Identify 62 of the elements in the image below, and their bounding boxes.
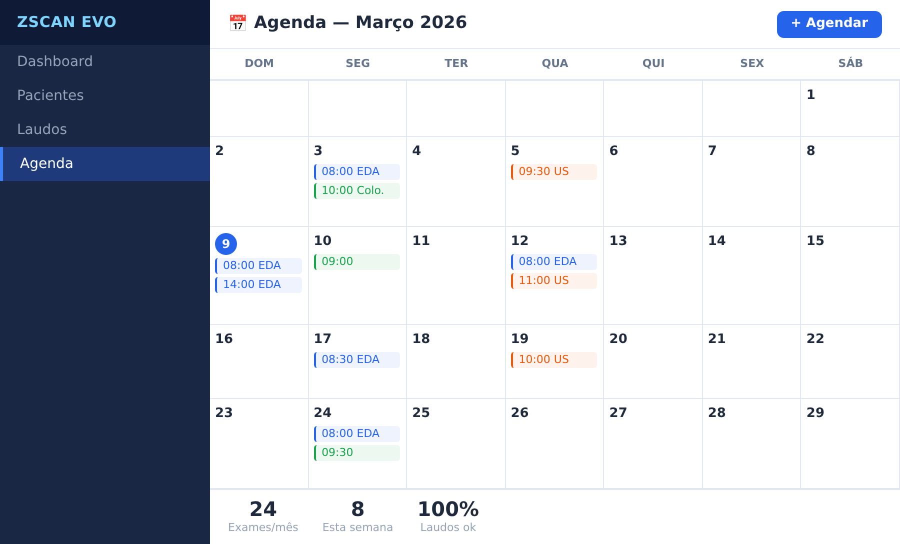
sidebar-item[interactable]: Laudos [0,113,210,147]
day-number: 8 [806,143,816,161]
sidebar-item[interactable]: Dashboard [0,45,210,79]
day-number: 20 [609,331,628,349]
day-number: 24 [314,405,332,423]
day-number: 17 [314,331,332,349]
appointment-chip[interactable]: 10:00 US [510,352,598,368]
day-number: 6 [609,143,618,161]
day-number: 19 [510,331,529,349]
day-number: 12 [510,233,529,251]
today-day-number: 9 [215,233,237,255]
weekday-header: QUA [542,56,568,72]
day-number: 15 [806,233,825,251]
appointment-chip[interactable]: 09:30 [314,445,400,461]
sidebar-item[interactable]: Pacientes [0,79,210,113]
brand-title: ZSCAN EVO [17,12,117,34]
day-number: 27 [609,405,628,423]
schedule-button[interactable]: + Agendar [776,10,882,38]
appointment-chip[interactable]: 08:30 EDA [314,352,400,368]
day-number: 14 [708,233,726,251]
stat-value: 8 [350,498,365,520]
appointment-chip[interactable]: 08:00 EDA [314,426,400,442]
day-number: 22 [806,331,825,349]
day-number: 13 [609,233,628,251]
day-number: 26 [510,405,529,423]
stat-value: 100% [417,498,480,520]
calendar-icon: 📅 [228,12,248,36]
appointment-chip[interactable]: 08:00 EDA [314,164,400,180]
day-number: 4 [412,143,422,161]
day-number: 16 [215,331,234,349]
appointment-chip[interactable]: 08:00 EDA [215,258,302,274]
appointment-chip[interactable]: 11:00 US [510,273,598,289]
day-number: 28 [708,405,726,423]
weekday-header: DOM [244,56,274,72]
day-number: 21 [708,331,726,349]
appointment-chip[interactable]: 14:00 EDA [215,277,302,293]
appointment-chip[interactable]: 09:30 US [510,164,598,180]
day-number: 2 [215,143,224,161]
weekday-header: SEG [346,56,370,72]
weekday-header: TER [444,56,468,72]
stat-value: 24 [249,498,278,520]
day-number: 10 [314,233,332,251]
appointment-chip[interactable]: 10:00 Colo. [314,183,400,199]
day-number: 18 [412,331,430,349]
sidebar-item[interactable]: Agenda [0,147,210,181]
day-number: 5 [510,143,520,161]
day-number: 3 [314,143,323,161]
day-number: 7 [708,143,717,161]
day-number: 23 [215,405,234,423]
day-number: 25 [412,405,430,423]
stat-label: Exames/mês [228,520,298,536]
appointment-chip[interactable]: 08:00 EDA [510,254,598,270]
day-number: 11 [412,233,430,251]
weekday-header: QUI [642,56,665,72]
stat-label: Laudos ok [420,520,476,536]
stat-label: Esta semana [322,520,394,536]
page-title: Agenda — Março 2026 [254,12,468,36]
day-number: 1 [806,87,816,105]
day-number: 29 [806,405,825,423]
weekday-header: SEX [740,56,764,72]
appointment-chip[interactable]: 09:00 [314,254,400,270]
weekday-header: SÁB [838,56,864,72]
